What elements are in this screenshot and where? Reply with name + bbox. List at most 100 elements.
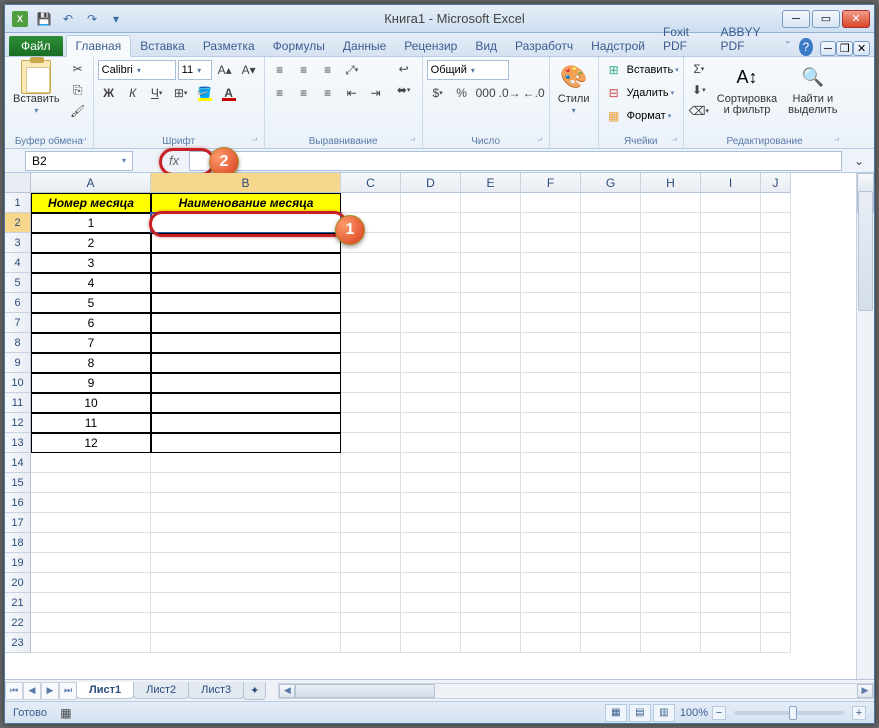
sheet-nav-last[interactable]: ⏭ (59, 682, 77, 700)
cell-E18[interactable] (461, 533, 521, 553)
tab-home[interactable]: Главная (66, 35, 132, 57)
cell-F16[interactable] (521, 493, 581, 513)
cell-J4[interactable] (761, 253, 791, 273)
cell-D3[interactable] (401, 233, 461, 253)
zoom-thumb[interactable] (789, 706, 797, 720)
cell-D15[interactable] (401, 473, 461, 493)
cell-B15[interactable] (151, 473, 341, 493)
cell-J7[interactable] (761, 313, 791, 333)
currency-button[interactable]: $▾ (427, 83, 449, 103)
row-header-15[interactable]: 15 (5, 473, 31, 493)
tab-abbyy[interactable]: ABBYY PDF (712, 22, 780, 56)
cell-J12[interactable] (761, 413, 791, 433)
cell-I19[interactable] (701, 553, 761, 573)
cell-C19[interactable] (341, 553, 401, 573)
cell-F8[interactable] (521, 333, 581, 353)
cell-F15[interactable] (521, 473, 581, 493)
cell-C1[interactable] (341, 193, 401, 213)
cell-A20[interactable] (31, 573, 151, 593)
cell-F23[interactable] (521, 633, 581, 653)
cell-E14[interactable] (461, 453, 521, 473)
zoom-in-button[interactable]: + (852, 706, 866, 720)
cell-E4[interactable] (461, 253, 521, 273)
cell-F22[interactable] (521, 613, 581, 633)
row-header-16[interactable]: 16 (5, 493, 31, 513)
cell-F18[interactable] (521, 533, 581, 553)
cell-B17[interactable] (151, 513, 341, 533)
row-header-9[interactable]: 9 (5, 353, 31, 373)
cell-A16[interactable] (31, 493, 151, 513)
cell-A13[interactable]: 12 (31, 433, 151, 453)
cell-B8[interactable] (151, 333, 341, 353)
cell-E6[interactable] (461, 293, 521, 313)
cell-G1[interactable] (581, 193, 641, 213)
insert-cells-icon[interactable]: ⊞ (603, 60, 625, 80)
cell-I2[interactable] (701, 213, 761, 233)
decrease-indent-button[interactable]: ⇤ (341, 83, 363, 103)
row-header-12[interactable]: 12 (5, 413, 31, 433)
cell-B22[interactable] (151, 613, 341, 633)
sheet-tab-1[interactable]: Лист1 (76, 682, 134, 699)
bold-button[interactable]: Ж (98, 83, 120, 103)
cell-D10[interactable] (401, 373, 461, 393)
cell-C7[interactable] (341, 313, 401, 333)
cell-E11[interactable] (461, 393, 521, 413)
cell-C10[interactable] (341, 373, 401, 393)
cell-F4[interactable] (521, 253, 581, 273)
cell-J6[interactable] (761, 293, 791, 313)
cell-G9[interactable] (581, 353, 641, 373)
cell-I17[interactable] (701, 513, 761, 533)
cell-J19[interactable] (761, 553, 791, 573)
column-header-A[interactable]: A (31, 173, 151, 193)
column-header-G[interactable]: G (581, 173, 641, 193)
cell-C20[interactable] (341, 573, 401, 593)
cell-E2[interactable] (461, 213, 521, 233)
cell-B23[interactable] (151, 633, 341, 653)
cell-G11[interactable] (581, 393, 641, 413)
cell-C17[interactable] (341, 513, 401, 533)
cell-D23[interactable] (401, 633, 461, 653)
cell-D14[interactable] (401, 453, 461, 473)
cell-E20[interactable] (461, 573, 521, 593)
cell-D2[interactable] (401, 213, 461, 233)
cell-F1[interactable] (521, 193, 581, 213)
cell-B11[interactable] (151, 393, 341, 413)
minimize-ribbon-button[interactable]: ˇ (779, 36, 796, 56)
cell-J21[interactable] (761, 593, 791, 613)
cell-C14[interactable] (341, 453, 401, 473)
fill-color-button[interactable]: 🪣 (194, 83, 216, 103)
cell-A21[interactable] (31, 593, 151, 613)
underline-button[interactable]: Ч▾ (146, 83, 168, 103)
formula-input[interactable] (189, 151, 842, 171)
cell-I22[interactable] (701, 613, 761, 633)
cell-J20[interactable] (761, 573, 791, 593)
insert-function-button[interactable]: fx (163, 153, 185, 168)
close-button[interactable]: ✕ (842, 10, 870, 28)
align-middle-button[interactable]: ≡ (293, 60, 315, 80)
row-header-13[interactable]: 13 (5, 433, 31, 453)
cell-H19[interactable] (641, 553, 701, 573)
cell-I6[interactable] (701, 293, 761, 313)
sheet-nav-prev[interactable]: ◀ (23, 682, 41, 700)
cell-J17[interactable] (761, 513, 791, 533)
delete-cells-icon[interactable]: ⊟ (603, 83, 625, 103)
horizontal-scroll-thumb[interactable] (295, 684, 435, 698)
doc-restore-button[interactable]: ❐ (836, 41, 853, 56)
cell-A17[interactable] (31, 513, 151, 533)
cell-E15[interactable] (461, 473, 521, 493)
cell-G7[interactable] (581, 313, 641, 333)
cell-B5[interactable] (151, 273, 341, 293)
cell-B6[interactable] (151, 293, 341, 313)
cell-D22[interactable] (401, 613, 461, 633)
macro-record-button[interactable]: ▦ (55, 703, 77, 723)
cell-G4[interactable] (581, 253, 641, 273)
cell-C15[interactable] (341, 473, 401, 493)
row-header-5[interactable]: 5 (5, 273, 31, 293)
cell-A5[interactable]: 4 (31, 273, 151, 293)
cell-H22[interactable] (641, 613, 701, 633)
cell-H6[interactable] (641, 293, 701, 313)
cell-H5[interactable] (641, 273, 701, 293)
cell-F19[interactable] (521, 553, 581, 573)
page-layout-view-button[interactable]: ▤ (629, 704, 651, 722)
find-select-button[interactable]: 🔍 Найти и выделить (784, 59, 841, 118)
